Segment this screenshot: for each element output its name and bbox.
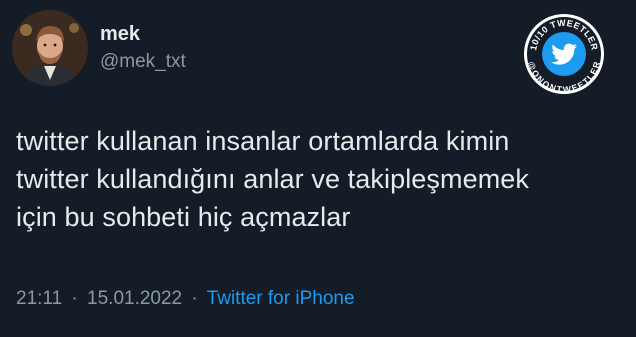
tweet-line: için bu sohbeti hiç açmazlar (16, 202, 351, 232)
author-handle[interactable]: @mek_txt (100, 50, 186, 74)
twitter-bird-badge-icon: 10/10 TWEETLER @ONONTWEETLER (524, 14, 604, 95)
tweet-date[interactable]: 15.01.2022 (87, 288, 182, 309)
tweet-body: twitter kullanan insanlar ortamlarda kim… (16, 122, 616, 236)
user-avatar[interactable] (12, 10, 88, 86)
author-display-name[interactable]: mek (100, 22, 140, 46)
tweet-time[interactable]: 21:11 (16, 288, 62, 309)
tweet-source-link[interactable]: Twitter for iPhone (207, 288, 355, 309)
tweet-line: twitter kullandığını anlar ve takipleşme… (16, 164, 530, 194)
meta-separator: · (71, 288, 78, 309)
tweet-meta: 21:11 · 15.01.2022 · Twitter for iPhone (16, 287, 355, 311)
tweet-line: twitter kullanan insanlar ortamlarda kim… (16, 126, 510, 156)
avatar-photo-icon (12, 10, 88, 86)
watermark-badge: 10/10 TWEETLER @ONONTWEETLER (522, 12, 606, 96)
tweet-card: mek @mek_txt 10/10 TWEETLER @ONONTWEETLE… (0, 0, 636, 337)
meta-separator: · (191, 288, 198, 309)
